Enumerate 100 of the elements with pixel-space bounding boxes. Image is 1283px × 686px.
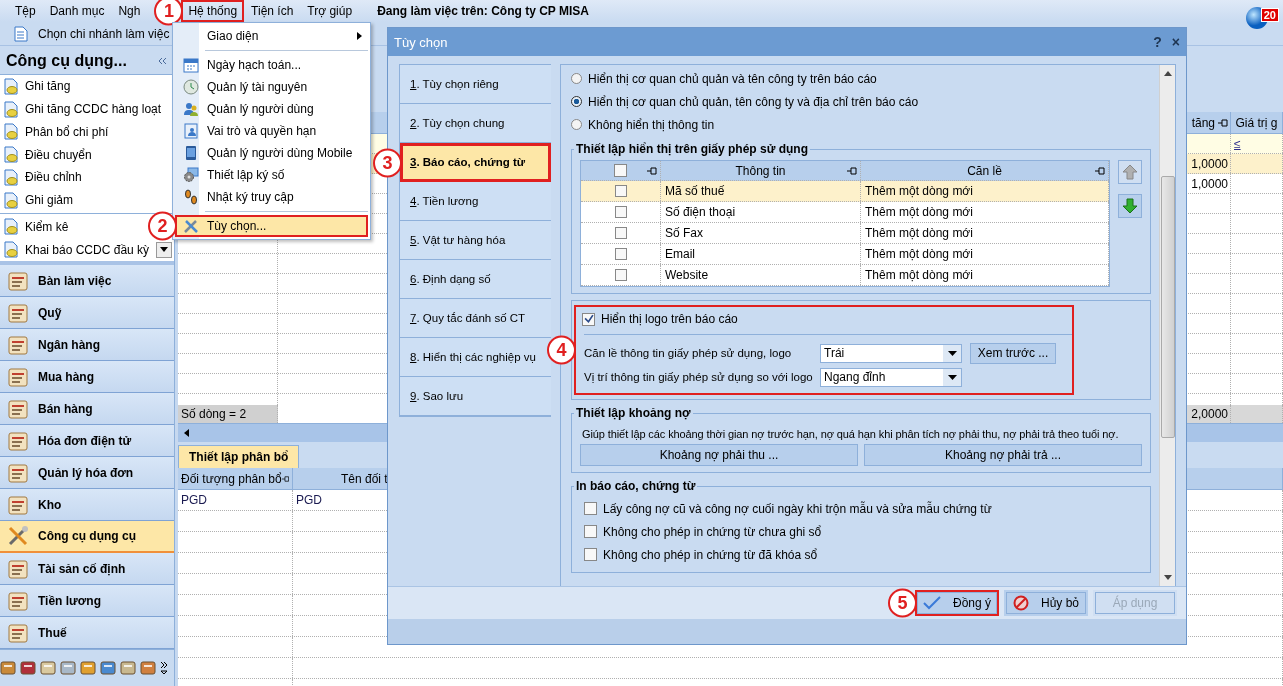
module-icon[interactable] — [80, 660, 96, 676]
help-button[interactable]: ? — [1153, 34, 1162, 50]
task-item[interactable]: Kiểm kê — [4, 218, 69, 236]
task-item[interactable]: Điều chỉnh — [4, 168, 82, 186]
task-item[interactable]: Ghi giảm — [4, 191, 74, 209]
ok-button[interactable]: Đồng ý — [915, 590, 999, 616]
menu-item[interactable]: Quản lý tài nguyên — [175, 76, 368, 98]
menu-item[interactable]: Tiện ích — [244, 0, 301, 22]
row-checkbox[interactable] — [614, 227, 627, 239]
radio-option[interactable]: Không hiển thị thông tin — [571, 113, 1151, 136]
menu-item[interactable]: Tệp — [8, 0, 43, 22]
module-button[interactable]: Hóa đơn điện tử — [0, 425, 174, 457]
description-text: Giúp thiết lập các khoảng thời gian nợ trước hạn, nợ quá hạn khi phân tích nợ phải thu, nợ phải trả theo tuổi nợ. — [581, 427, 1120, 442]
module-button[interactable]: Tài sản cố định — [0, 553, 174, 585]
tab[interactable]: Thiết lập phân bổ — [178, 445, 300, 468]
module-button[interactable]: Quản lý hóa đơn — [0, 457, 174, 489]
menu-item[interactable]: Danh mục — [42, 0, 112, 22]
checkbox-option[interactable]: Hiển thị logo trên báo cáo — [576, 307, 1072, 331]
module-icon[interactable] — [0, 660, 16, 676]
move-down-button[interactable] — [1118, 194, 1142, 218]
module-icon[interactable] — [140, 660, 156, 676]
module-icon[interactable] — [40, 660, 56, 676]
branch-button[interactable]: Chọn chi nhánh làm việc — [14, 25, 170, 42]
scroll-left-icon[interactable] — [184, 429, 189, 437]
more-icon[interactable] — [160, 661, 168, 675]
module-icon[interactable] — [120, 660, 136, 676]
category-tab[interactable]: 9. Sao lưu — [400, 377, 551, 416]
module-button[interactable]: Mua hàng — [0, 361, 174, 393]
task-item[interactable]: Khai báo CCDC đầu kỳ — [4, 241, 150, 259]
cancel-button[interactable]: Hủy bỏ — [1004, 590, 1088, 616]
checkbox-option[interactable]: Không cho phép in chứng từ đã khóa sổ — [580, 543, 1142, 566]
menu-item[interactable]: Nhật ký truy cập — [175, 186, 368, 208]
document-icon — [4, 100, 20, 118]
column-header[interactable]: Căn lề — [861, 161, 1109, 180]
dropdown-field[interactable]: Trái — [820, 343, 962, 363]
category-tab[interactable]: 5. Vật tư hàng hóa — [400, 221, 551, 260]
menu-item[interactable]: Ngh — [111, 0, 148, 22]
task-item[interactable]: Điều chuyển — [4, 146, 92, 164]
row-checkbox[interactable] — [614, 206, 627, 218]
submenu-arrow-icon — [357, 32, 362, 40]
category-tab[interactable]: 4. Tiền lương — [400, 182, 551, 221]
debt-range-button[interactable]: Khoảng nợ phải thu ... — [580, 444, 858, 466]
module-icon[interactable] — [60, 660, 76, 676]
table-row[interactable]: Số điện thoại Thêm một dòng mới — [581, 202, 1109, 223]
row-checkbox[interactable] — [614, 269, 627, 281]
document-icon — [4, 218, 20, 236]
menu-item[interactable]: Trợ giúp — [300, 0, 360, 22]
select-all-checkbox[interactable] — [614, 164, 627, 177]
category-tab[interactable]: 8. Hiển thị các nghiệp vụ — [400, 338, 551, 377]
company-status: Đang làm việc trên: Công ty CP MISA — [377, 4, 589, 18]
task-item[interactable]: Ghi tăng — [4, 77, 71, 95]
menu-item[interactable]: Tùy chọn... — [175, 215, 368, 237]
row-checkbox[interactable] — [614, 185, 627, 197]
module-button[interactable]: Kho — [0, 489, 174, 521]
scrollbar-thumb[interactable] — [1160, 176, 1175, 438]
task-item[interactable]: Phân bổ chi phí — [4, 123, 109, 141]
module-button[interactable]: Công cụ dụng cụ — [0, 521, 174, 553]
menu-item[interactable]: Thiết lập ký số — [175, 164, 368, 186]
category-tab[interactable]: 7. Quy tắc đánh số CT — [400, 299, 551, 338]
column-header[interactable]: Thông tin — [661, 161, 861, 180]
table-row[interactable]: Mã số thuế Thêm một dòng mới — [581, 181, 1109, 202]
menu-item[interactable]: Quản lý người dùng Mobile — [175, 142, 368, 164]
scrollbar[interactable] — [1159, 65, 1175, 586]
group-title: In báo cáo, chứng từ — [575, 479, 697, 493]
dropdown-field[interactable]: Ngang đỉnh — [820, 367, 962, 387]
table-row[interactable]: Số Fax Thêm một dòng mới — [581, 223, 1109, 244]
module-button[interactable]: Tiền lương — [0, 585, 174, 617]
module-button[interactable]: Bán hàng — [0, 393, 174, 425]
module-icon[interactable] — [100, 660, 116, 676]
menu-item[interactable]: Vai trò và quyền hạn — [175, 120, 368, 142]
filter-operator[interactable]: ≤ — [1234, 136, 1241, 151]
module-icon[interactable] — [20, 660, 36, 676]
radio-option[interactable]: Hiển thị cơ quan chủ quản và tên công ty trên báo cáo — [571, 67, 1151, 90]
debt-range-button[interactable]: Khoảng nợ phải trả ... — [864, 444, 1142, 466]
table-cell: Thêm một dòng mới — [861, 244, 1109, 264]
category-tab[interactable]: 2. Tùy chọn chung — [400, 104, 551, 143]
table-row[interactable]: Email Thêm một dòng mới — [581, 244, 1109, 265]
table-row[interactable]: Website Thêm một dòng mới — [581, 265, 1109, 286]
column-header[interactable]: Đối tượng phân bổ — [178, 468, 293, 489]
scroll-up-icon[interactable] — [1163, 71, 1172, 76]
collapse-button[interactable] — [158, 57, 168, 65]
menu-item[interactable]: Ngày hạch toán... — [175, 54, 368, 76]
dropdown-button[interactable] — [156, 241, 172, 258]
category-tab[interactable]: 3. Báo cáo, chứng từ — [400, 143, 551, 182]
module-button[interactable]: Quỹ — [0, 297, 174, 329]
task-item[interactable]: Ghi tăng CCDC hàng loạt — [4, 100, 162, 118]
module-button[interactable]: Bàn làm việc — [0, 265, 174, 297]
category-tab[interactable]: 1. Tùy chọn riêng — [400, 65, 551, 104]
row-checkbox[interactable] — [614, 248, 627, 260]
module-button[interactable]: Thuế — [0, 617, 174, 649]
close-button[interactable]: × — [1171, 34, 1180, 50]
category-tab[interactable]: 6. Định dạng số — [400, 260, 551, 299]
menu-item[interactable]: Giao diện — [175, 25, 368, 47]
column-header[interactable]: Giá trị g — [1231, 112, 1283, 133]
checkbox-option[interactable]: Không cho phép in chứng từ chưa ghi sổ — [580, 520, 1142, 543]
radio-option[interactable]: Hiển thị cơ quan chủ quản, tên công ty và địa chỉ trên báo cáo — [571, 90, 1151, 113]
preview-button[interactable]: Xem trước ... — [970, 342, 1056, 364]
module-button[interactable]: Ngân hàng — [0, 329, 174, 361]
arrow-down-icon — [1122, 198, 1138, 214]
menu-item[interactable]: Quản lý người dùng — [175, 98, 368, 120]
